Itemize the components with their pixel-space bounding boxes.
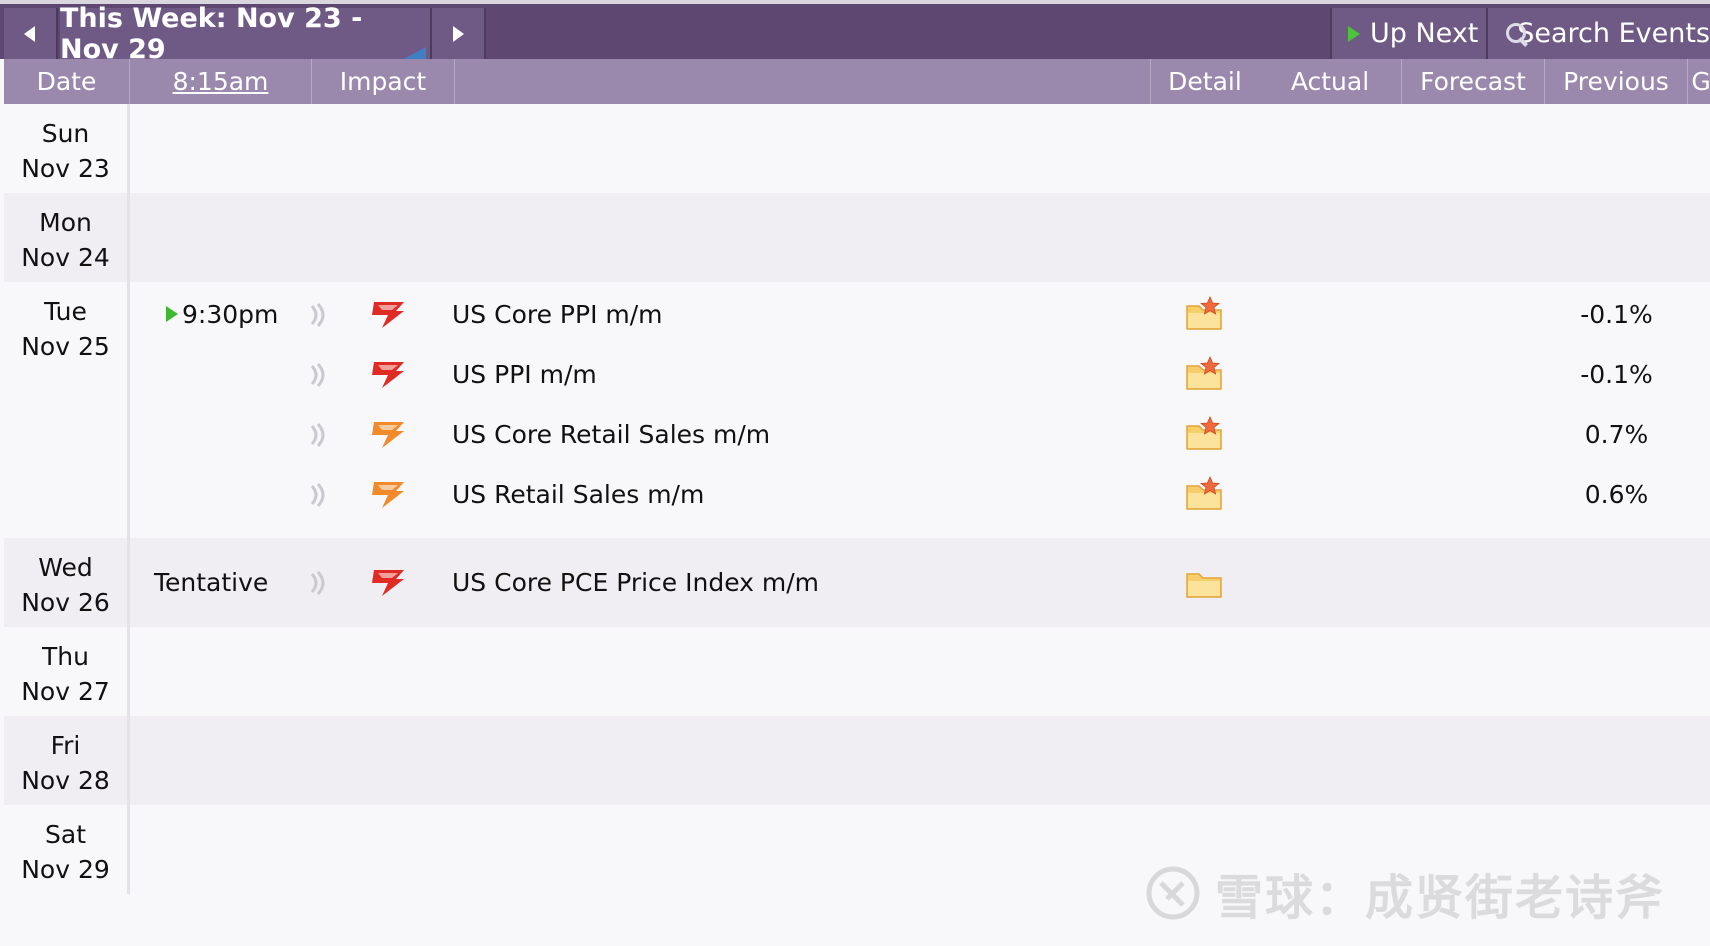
folder-star-icon[interactable] <box>1184 295 1224 332</box>
event-title[interactable]: US Core PCE Price Index m/m <box>452 550 819 614</box>
day-date-label: Sun Nov 23 <box>4 116 127 186</box>
impact-medium-icon <box>368 478 408 510</box>
sound-alert-icon[interactable] <box>308 422 330 448</box>
up-next-button[interactable]: Up Next <box>1330 8 1486 59</box>
impact-high-icon <box>368 566 408 598</box>
up-next-label: Up Next <box>1370 18 1479 49</box>
day-date-cell: Sat Nov 29 <box>4 805 130 894</box>
impact-high-icon <box>368 358 408 390</box>
event-previous-value: -0.1% <box>1580 359 1653 389</box>
search-events-button[interactable]: Search Events <box>1486 8 1710 59</box>
day-row: Fri Nov 28 <box>4 716 1710 805</box>
impact-high-icon <box>368 298 408 330</box>
event-title[interactable]: US Core Retail Sales m/m <box>452 402 770 466</box>
event-previous-value: 0.6% <box>1584 479 1649 509</box>
day-date-label: Thu Nov 27 <box>4 639 127 709</box>
sound-alert-icon[interactable] <box>308 570 330 596</box>
day-date-label: Sat Nov 29 <box>4 817 127 887</box>
day-date: Nov 23 <box>21 154 110 183</box>
event-row[interactable]: 9:30pm US Core PPI m/m -0.1% <box>4 282 1710 346</box>
event-row[interactable]: Tentative US Core PCE Price Index m/m <box>4 550 1710 614</box>
event-title[interactable]: US PPI m/m <box>452 342 597 406</box>
day-date: Nov 24 <box>21 243 110 272</box>
column-actual: Actual <box>1259 59 1402 104</box>
day-row: Thu Nov 27 <box>4 627 1710 716</box>
day-date: Nov 28 <box>21 766 110 795</box>
column-time-current[interactable]: 8:15am <box>130 59 312 104</box>
column-forecast: Forecast <box>1402 59 1545 104</box>
week-navigation-bar: This Week: Nov 23 - Nov 29 Up Next Searc… <box>0 0 1710 65</box>
next-week-button[interactable] <box>432 8 486 59</box>
week-title-corner-marker <box>404 47 426 59</box>
play-icon <box>1348 25 1360 42</box>
day-weekday: Fri <box>50 731 81 760</box>
event-previous-value: 0.7% <box>1584 419 1649 449</box>
day-weekday: Sun <box>41 119 90 148</box>
day-weekday: Mon <box>39 208 92 237</box>
day-row: Wed Nov 26 Tentative US Core PCE Price Inde… <box>4 538 1710 627</box>
folder-star-icon[interactable] <box>1184 415 1224 452</box>
day-date: Nov 29 <box>21 855 110 884</box>
day-weekday: Thu <box>42 642 89 671</box>
column-previous: Previous <box>1545 59 1688 104</box>
previous-week-button[interactable] <box>4 8 58 59</box>
event-previous-value: -0.1% <box>1580 299 1653 329</box>
calendar-page: This Week: Nov 23 - Nov 29 Up Next Searc… <box>0 0 1710 946</box>
sound-alert-icon[interactable] <box>308 302 330 328</box>
up-next-marker-icon <box>166 306 178 322</box>
day-date: Nov 27 <box>21 677 110 706</box>
event-time-text: Tentative <box>154 567 269 597</box>
event-previous-value <box>1545 550 1688 614</box>
folder-icon[interactable] <box>1184 564 1224 600</box>
sound-alert-icon[interactable] <box>308 482 330 508</box>
day-date-label: Fri Nov 28 <box>4 728 127 798</box>
event-title[interactable]: US Core PPI m/m <box>452 282 663 346</box>
event-time-text: 9:30pm <box>182 299 279 329</box>
event-row[interactable]: US PPI m/m -0.1% <box>4 342 1710 406</box>
day-date-label: Mon Nov 24 <box>4 205 127 275</box>
event-row[interactable]: US Retail Sales m/m 0.6% <box>4 462 1710 526</box>
column-detail: Detail <box>1168 67 1242 96</box>
watermark-text: 雪球：成贤街老诗斧 <box>1215 870 1666 926</box>
column-graph-partial: G <box>1691 67 1710 96</box>
calendar-rows: Sun Nov 23 Mon Nov 24 Tue Nov 25 9:30pm US Core… <box>4 104 1710 946</box>
column-impact: Impact <box>312 59 455 104</box>
event-title[interactable]: US Retail Sales m/m <box>452 462 704 526</box>
event-time: 9:30pm <box>166 282 278 346</box>
folder-star-icon[interactable] <box>1184 355 1224 392</box>
event-time: Tentative <box>154 550 268 614</box>
impact-medium-icon <box>368 418 408 450</box>
folder-star-icon[interactable] <box>1184 475 1224 512</box>
day-row: Tue Nov 25 9:30pm US Core PPI m/m -0.1% US PP… <box>4 282 1710 538</box>
triangle-left-icon <box>24 25 35 42</box>
event-row[interactable]: US Core Retail Sales m/m 0.7% <box>4 402 1710 466</box>
week-title-text: This Week: Nov 23 - Nov 29 <box>60 2 363 65</box>
day-date-cell: Thu Nov 27 <box>4 627 130 716</box>
day-weekday: Sat <box>45 820 86 849</box>
watermark: 雪球：成贤街老诗斧 <box>1145 858 1665 928</box>
column-event <box>455 59 1151 104</box>
snowball-logo-icon <box>1146 866 1200 920</box>
day-date-cell: Sun Nov 23 <box>4 104 130 193</box>
day-date-cell: Mon Nov 24 <box>4 193 130 282</box>
sound-alert-icon[interactable] <box>308 362 330 388</box>
day-row: Mon Nov 24 <box>4 193 1710 282</box>
week-title[interactable]: This Week: Nov 23 - Nov 29 <box>60 3 432 65</box>
column-date: Date <box>4 59 130 104</box>
search-icon <box>1506 22 1531 45</box>
triangle-right-icon <box>453 25 464 42</box>
day-row: Sun Nov 23 <box>4 104 1710 193</box>
column-header-bar: Date 8:15am Impact Detail Actual Forecas… <box>4 59 1710 104</box>
day-date-cell: Fri Nov 28 <box>4 716 130 805</box>
search-events-label: Search Events <box>1517 18 1710 49</box>
